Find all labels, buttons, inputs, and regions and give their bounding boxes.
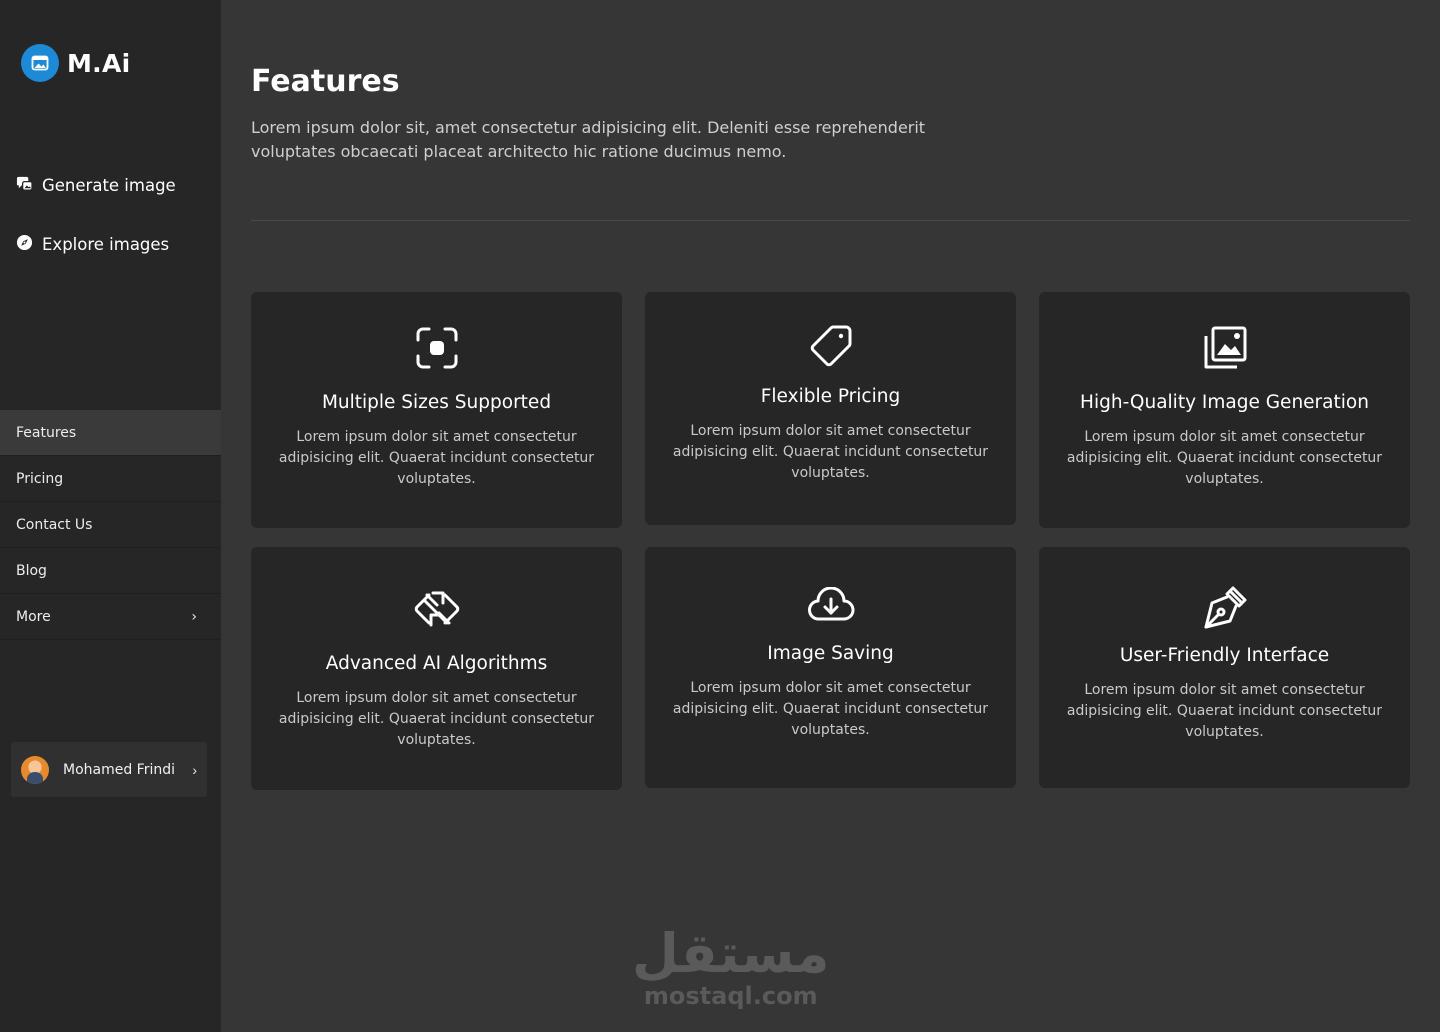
feature-card: High-Quality Image Generation Lorem ipsu…: [1039, 292, 1410, 528]
feature-card: Image Saving Lorem ipsum dolor sit amet …: [645, 547, 1016, 788]
chevron-right-icon: ›: [192, 761, 197, 778]
feature-description: Lorem ipsum dolor sit amet consectetur a…: [672, 423, 989, 481]
sidebar-item-label: Contact Us: [16, 516, 93, 533]
compass-icon: [16, 234, 33, 255]
image-gallery-icon: [1204, 326, 1246, 369]
feature-description: Lorem ipsum dolor sit amet consectetur a…: [1066, 682, 1383, 740]
feature-title: High-Quality Image Generation: [1080, 392, 1369, 413]
page-description: Lorem ipsum dolor sit, amet consectetur …: [251, 118, 926, 161]
feature-title: Image Saving: [767, 643, 894, 664]
brand[interactable]: M.Ai: [21, 44, 131, 82]
sidebar-item-label: Blog: [16, 562, 47, 579]
user-name: Mohamed Frindi: [63, 761, 176, 778]
feature-description: Lorem ipsum dolor sit amet consectetur a…: [1066, 429, 1383, 487]
feature-title: Multiple Sizes Supported: [321, 392, 552, 413]
nav-generate-image[interactable]: Generate image: [16, 172, 176, 198]
sidebar-item-label: Features: [16, 424, 77, 441]
feature-card: User-Friendly Interface Lorem ipsum dolo…: [1039, 547, 1410, 788]
nav-label: Generate image: [42, 175, 176, 195]
pen-nib-icon: [1204, 586, 1246, 629]
nav-explore-images[interactable]: Explore images: [16, 231, 176, 257]
sidebar-item-blog[interactable]: Blog: [0, 548, 221, 594]
feature-description: Lorem ipsum dolor sit amet consectetur a…: [278, 690, 595, 748]
sidebar-item-pricing[interactable]: Pricing: [0, 456, 221, 502]
feature-card: Advanced AI Algorithms Lorem ipsum dolor…: [251, 547, 622, 790]
chat-image-icon: [16, 175, 33, 196]
diamond-arrows-icon: [414, 591, 459, 627]
feature-description: Lorem ipsum dolor sit amet consectetur a…: [278, 429, 595, 487]
page-title: Features: [251, 64, 400, 99]
sidebar-item-label: Pricing: [16, 470, 64, 487]
focus-frame-icon: [416, 327, 457, 369]
feature-card: Multiple Sizes Supported Lorem ipsum dol…: [251, 292, 622, 528]
feature-card: Flexible Pricing Lorem ipsum dolor sit a…: [645, 292, 1016, 525]
chevron-right-icon: ›: [191, 608, 197, 625]
avatar: [21, 755, 49, 784]
sidebar-item-contact-us[interactable]: Contact Us: [0, 502, 221, 548]
sidebar-item-label: More: [16, 608, 51, 625]
watermark-arabic: مستقل: [632, 922, 830, 985]
divider: [251, 220, 1410, 221]
watermark: مستقل mostaql.com: [632, 922, 830, 1010]
secondary-nav: Features Pricing Contact Us Blog More ›: [0, 410, 221, 640]
image-icon: [21, 44, 59, 82]
user-profile-button[interactable]: Mohamed Frindi ›: [11, 742, 207, 797]
feature-title: Advanced AI Algorithms: [325, 653, 548, 674]
feature-description: Lorem ipsum dolor sit amet consectetur a…: [672, 680, 989, 738]
nav-label: Explore images: [42, 234, 170, 254]
sidebar-item-features[interactable]: Features: [0, 410, 221, 456]
feature-title: Flexible Pricing: [760, 386, 901, 407]
sidebar-item-more[interactable]: More ›: [0, 594, 221, 640]
feature-title: User-Friendly Interface: [1119, 645, 1330, 666]
sidebar: M.Ai Generate image Explore images Featu…: [0, 0, 221, 1032]
primary-nav: Generate image Explore images: [16, 172, 176, 290]
cloud-download-icon: [807, 587, 854, 621]
brand-name: M.Ai: [67, 48, 131, 78]
price-tag-icon: [810, 325, 851, 367]
watermark-latin: mostaql.com: [643, 982, 818, 1010]
